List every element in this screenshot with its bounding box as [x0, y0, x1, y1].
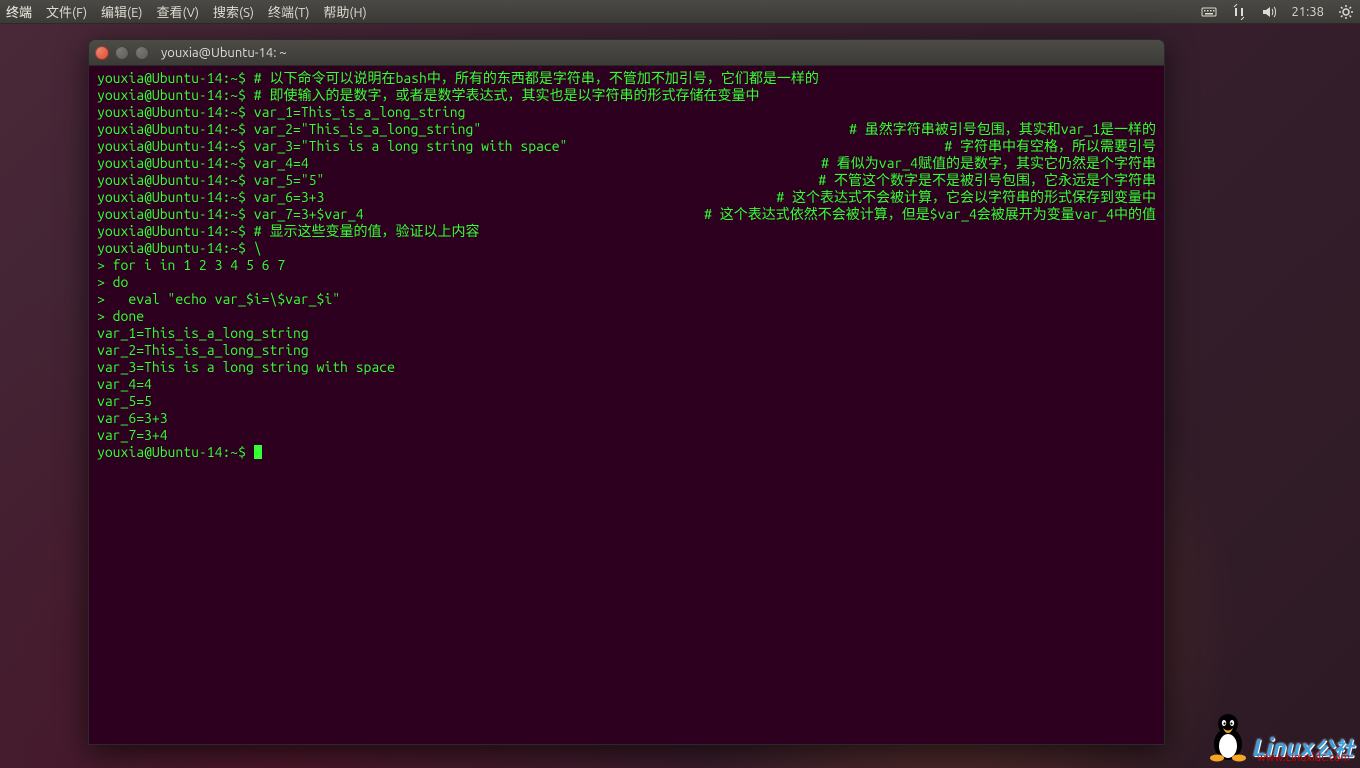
keyboard-icon[interactable]: [1201, 4, 1217, 20]
terminal-window: youxia@Ubuntu-14: ~ youxia@Ubuntu-14:~$ …: [88, 39, 1165, 745]
terminal-line: youxia@Ubuntu-14:~$ var_3="This is a lon…: [97, 138, 1156, 155]
menu-view[interactable]: 查看(V): [157, 2, 199, 21]
terminal-line: > done: [97, 308, 1156, 325]
terminal-output: var_6=3+3: [97, 410, 1156, 427]
menu-help[interactable]: 帮助(H): [323, 2, 366, 21]
app-name: 终端: [6, 2, 32, 21]
menu-search[interactable]: 搜索(S): [213, 2, 254, 21]
terminal-line: youxia@Ubuntu-14:~$ var_4=4# 看似为var_4赋值的…: [97, 155, 1156, 172]
terminal-line: youxia@Ubuntu-14:~$ var_2="This_is_a_lon…: [97, 121, 1156, 138]
terminal-output: var_1=This_is_a_long_string: [97, 325, 1156, 342]
menu-edit[interactable]: 编辑(E): [101, 2, 142, 21]
terminal-line: > for i in 1 2 3 4 5 6 7: [97, 257, 1156, 274]
terminal-line: youxia@Ubuntu-14:~$ # 以下命令可以说明在bash中，所有的…: [97, 70, 1156, 87]
clock[interactable]: 21:38: [1291, 5, 1324, 19]
cursor-icon: [254, 445, 262, 459]
terminal-prompt: youxia@Ubuntu-14:~$: [97, 444, 1156, 461]
terminal-line: > do: [97, 274, 1156, 291]
terminal-output: var_7=3+4: [97, 427, 1156, 444]
close-icon[interactable]: [95, 46, 109, 60]
network-icon[interactable]: [1231, 4, 1247, 20]
terminal-body[interactable]: youxia@Ubuntu-14:~$ # 以下命令可以说明在bash中，所有的…: [89, 66, 1164, 744]
window-titlebar[interactable]: youxia@Ubuntu-14: ~: [89, 40, 1164, 66]
terminal-line: youxia@Ubuntu-14:~$ var_7=3+$var_4# 这个表达…: [97, 206, 1156, 223]
watermark-url: www.Linuxidc.com: [1257, 752, 1350, 764]
minimize-icon[interactable]: [115, 46, 129, 60]
terminal-output: var_2=This_is_a_long_string: [97, 342, 1156, 359]
terminal-line: youxia@Ubuntu-14:~$ var_1=This_is_a_long…: [97, 104, 1156, 121]
top-menubar: 终端 文件(F) 编辑(E) 查看(V) 搜索(S) 终端(T) 帮助(H) 2…: [0, 0, 1360, 24]
terminal-output: var_4=4: [97, 376, 1156, 393]
terminal-output: var_3=This is a long string with space: [97, 359, 1156, 376]
penguin-icon: [1205, 710, 1251, 762]
terminal-line: youxia@Ubuntu-14:~$ # 即使输入的是数字，或者是数学表达式，…: [97, 87, 1156, 104]
terminal-line: youxia@Ubuntu-14:~$ # 显示这些变量的值，验证以上内容: [97, 223, 1156, 240]
terminal-line: youxia@Ubuntu-14:~$ var_5="5"# 不管这个数字是不是…: [97, 172, 1156, 189]
gear-icon[interactable]: [1338, 4, 1354, 20]
watermark-logo: Linux公社 www.Linuxidc.com: [1205, 710, 1354, 762]
menu-file[interactable]: 文件(F): [46, 2, 87, 21]
window-title: youxia@Ubuntu-14: ~: [161, 46, 287, 60]
menu-terminal[interactable]: 终端(T): [268, 2, 309, 21]
terminal-output: var_5=5: [97, 393, 1156, 410]
terminal-line: > eval "echo var_$i=\$var_$i": [97, 291, 1156, 308]
terminal-line: youxia@Ubuntu-14:~$ var_6=3+3# 这个表达式不会被计…: [97, 189, 1156, 206]
maximize-icon[interactable]: [135, 46, 149, 60]
volume-icon[interactable]: [1261, 4, 1277, 20]
terminal-line: youxia@Ubuntu-14:~$ \: [97, 240, 1156, 257]
